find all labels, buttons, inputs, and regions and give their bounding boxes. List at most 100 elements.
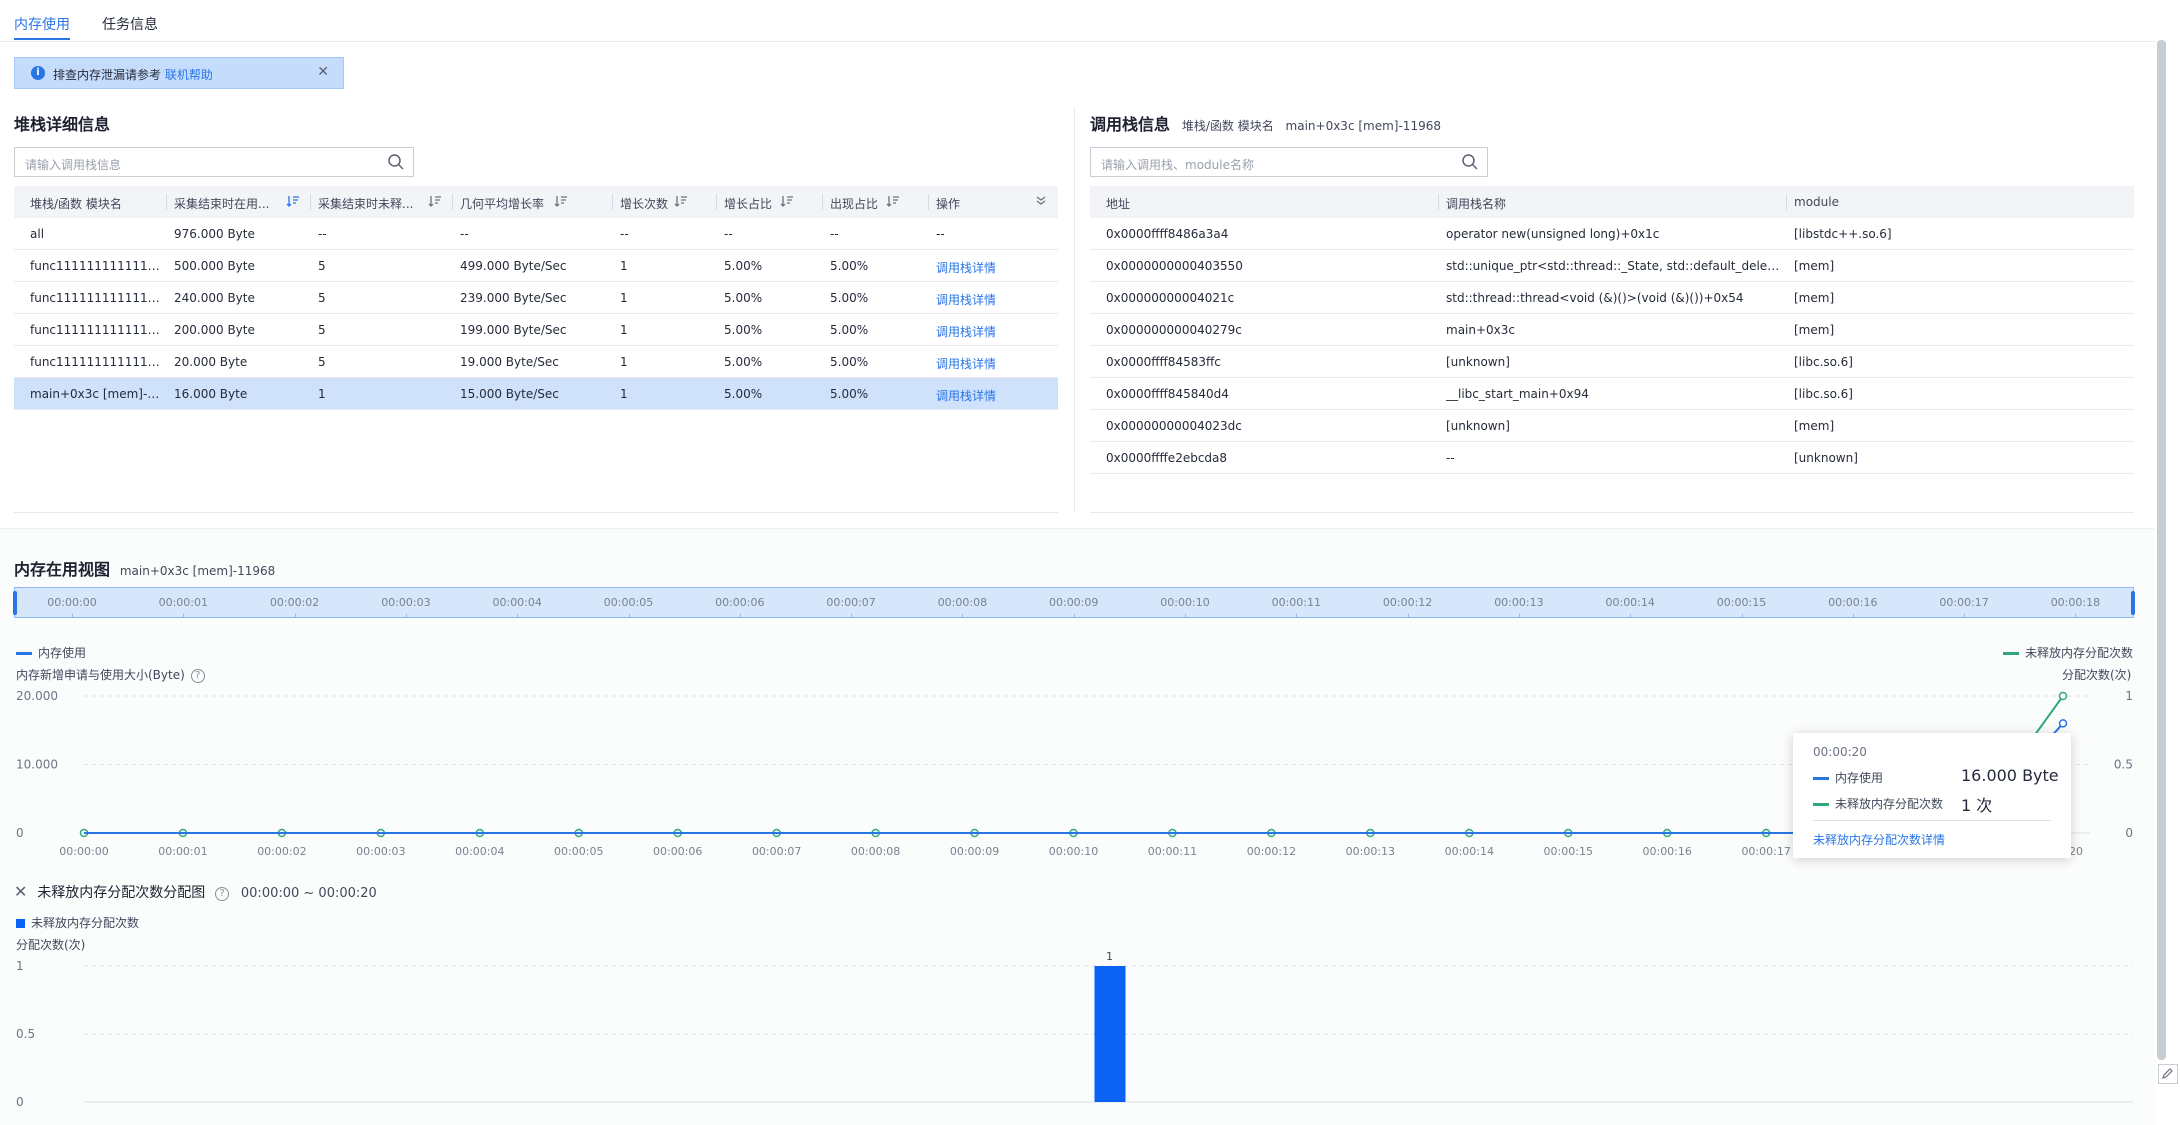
call-stack-table: 地址 调用栈名称 module 0x0000ffff8486a3a4 operat… [1090,186,2134,476]
call-stack-detail-link[interactable]: 调用栈详情 [936,355,1036,372]
alloc-bar-chart: 1 0.5 0 1 [16,950,2133,1109]
table-row[interactable]: 0x00000000004021c std::thread::thread<voi… [1090,282,2134,314]
sort-icon[interactable] [674,194,688,208]
cell-call-stack-name: [unknown] [1446,355,1510,369]
legend-alloc-bar[interactable]: 未释放内存分配次数 [16,914,139,931]
sort-icon[interactable] [554,194,568,208]
cell-unreleased: -- [318,227,327,241]
table-row[interactable]: 0x000000000040279c main+0x3c [mem] [1090,314,2134,346]
table-row[interactable]: func1111111111111()+... 20.000 Byte 5 19.00… [14,346,1058,378]
timeline-tick-mark [1964,614,1966,618]
sort-icon[interactable] [428,194,442,208]
legend-memory-usage[interactable]: 内存使用 [16,644,86,661]
tooltip-alloc-label: 未释放内存分配次数 [1835,797,1944,811]
cell-occur-pct: 5.00% [830,323,869,337]
slider-left-handle[interactable] [13,591,17,615]
x-tick-label: 00:00:03 [356,845,405,858]
tooltip-detail-link[interactable]: 未释放内存分配次数详情 [1813,831,1945,848]
search-icon[interactable] [1461,153,1479,171]
cell-call-stack-name: [unknown] [1446,419,1510,433]
cell-occur-pct: 5.00% [830,355,869,369]
col-unreleased: 采集结束时未释... [318,197,414,211]
cell-address: 0x0000ffff845840d4 [1106,387,1229,401]
tab-memory-usage[interactable]: 内存使用 [14,14,70,34]
col-stack-name: 堆栈/函数 模块名 [30,197,122,211]
timeline-tick-mark [1407,614,1409,618]
edit-icon[interactable] [2158,1064,2178,1084]
sort-icon[interactable] [780,194,794,208]
stack-search-placeholder: 请输入调用栈信息 [25,158,122,172]
x-tick-label: 20 [2069,845,2083,858]
col-divider [1786,194,1787,210]
tab-task-info[interactable]: 任务信息 [102,14,158,34]
legend-memory-label: 内存使用 [38,646,87,660]
cell-address: 0x00000000004021c [1106,291,1235,305]
call-stack-table-header: 地址 调用栈名称 module [1090,186,2134,218]
slider-right-handle[interactable] [2131,591,2135,615]
timeline-tick-label: 00:00:03 [381,596,431,609]
table-row[interactable]: func1111111111111()+... 200.000 Byte 5 199.… [14,314,1058,346]
table-row[interactable]: 0x00000000004023dc [unknown] [mem] [1090,410,2134,442]
timeline-tick-label: 00:00:05 [603,596,654,609]
table-row[interactable]: func1111111111111()+... 500.000 Byte 5 499.… [14,250,1058,282]
cell-stack-name: func1111111111111()+... [30,355,160,369]
call-stack-detail-link[interactable]: 调用栈详情 [936,291,1036,308]
stack-search-input[interactable]: 请输入调用栈信息 [14,147,414,177]
call-stack-search-placeholder: 请输入调用栈、module名称 [1101,158,1254,172]
left-y-tick-label: 10.000 [16,758,58,772]
cell-stack-name: main+0x3c [mem]-11... [30,387,160,401]
alloc-bar [1094,966,1126,1102]
table-row[interactable]: 0x0000ffff845840d4 __libc_start_main+0x94… [1090,378,2134,410]
sort-desc-active-icon[interactable] [286,194,300,208]
cell-module: [libc.so.6] [1794,387,1853,401]
col-divider [928,194,929,210]
timeline-tick-mark [405,614,407,618]
table-row[interactable]: 0x0000000000403550 std::unique_ptr<std::t… [1090,250,2134,282]
cell-in-use: 20.000 Byte [174,355,248,369]
timeline-tick-mark [1518,614,1520,618]
close-icon[interactable]: ✕ [14,882,27,901]
call-stack-detail-link[interactable]: 调用栈详情 [936,387,1036,404]
col-divider [166,194,167,210]
col-divider [822,194,823,210]
call-stack-search-input[interactable]: 请输入调用栈、module名称 [1090,147,1488,177]
cell-address: 0x0000ffffe2ebcda8 [1106,451,1228,465]
alloc-distribution-range: 00:00:00 ~ 00:00:20 [240,886,377,901]
table-row[interactable]: func1111111111111()+... 240.000 Byte 5 239.… [14,282,1058,314]
help-icon[interactable]: ? [215,886,230,901]
vertical-scrollbar[interactable] [2157,40,2166,1060]
table-row[interactable]: 0x0000ffffe2ebcda8 -- [unknown] [1090,442,2134,474]
call-stack-header: 调用栈信息 堆栈/函数 模块名 main+0x3c [mem]-11968 [1090,111,1441,135]
cell-call-stack-name: main+0x3c [1446,323,1516,337]
tooltip-divider [1813,820,2051,821]
table-row[interactable]: 0x0000ffff8486a3a4 operator new(unsigned … [1090,218,2134,250]
col-growth-pct: 增长占比 [724,197,773,211]
col-module: module [1794,195,1839,209]
timeline-tick-label: 00:00:12 [1382,596,1433,609]
col-in-use: 采集结束时在用... [174,197,270,211]
x-tick-label: 00:00:01 [158,845,207,858]
sort-icon[interactable] [886,194,900,208]
call-stack-detail-link[interactable]: 调用栈详情 [936,323,1036,340]
timeline-tick-mark [1073,614,1075,618]
table-row[interactable]: all 976.000 Byte -- -- -- -- -- -- [14,218,1058,250]
timeline-tick-mark [1185,614,1186,618]
cell-module: [mem] [1794,291,1835,305]
call-stack-meta-value: main+0x3c [mem]-11968 [1285,119,1441,133]
col-divider [716,194,717,210]
timeline-slider[interactable]: 00:00:00 00:00:01 00:00:02 00:00:03 00:00:04… [13,587,2135,618]
tooltip-memory-value: 16.000 Byte [1961,766,2059,785]
x-tick-label: 00:00:04 [455,845,504,858]
online-help-link[interactable]: 联机帮助 [165,68,213,82]
table-row[interactable]: 0x0000ffff84583ffc [unknown] [libc.so.6] [1090,346,2134,378]
stack-detail-title: 堆栈详细信息 [14,115,111,134]
table-row[interactable]: main+0x3c [mem]-11... 16.000 Byte 1 15.000 … [14,378,1058,410]
expand-all-icon[interactable] [1034,194,1048,208]
cell-growth-count: 1 [620,291,628,305]
call-stack-detail-link[interactable]: 调用栈详情 [936,259,1036,276]
legend-unreleased-alloc[interactable]: 未释放内存分配次数 [2003,644,2133,661]
cell-in-use: 500.000 Byte [174,259,255,273]
search-icon[interactable] [387,153,405,171]
close-icon[interactable]: ✕ [317,64,329,80]
right-y-tick-label: 0.5 [2114,758,2133,772]
